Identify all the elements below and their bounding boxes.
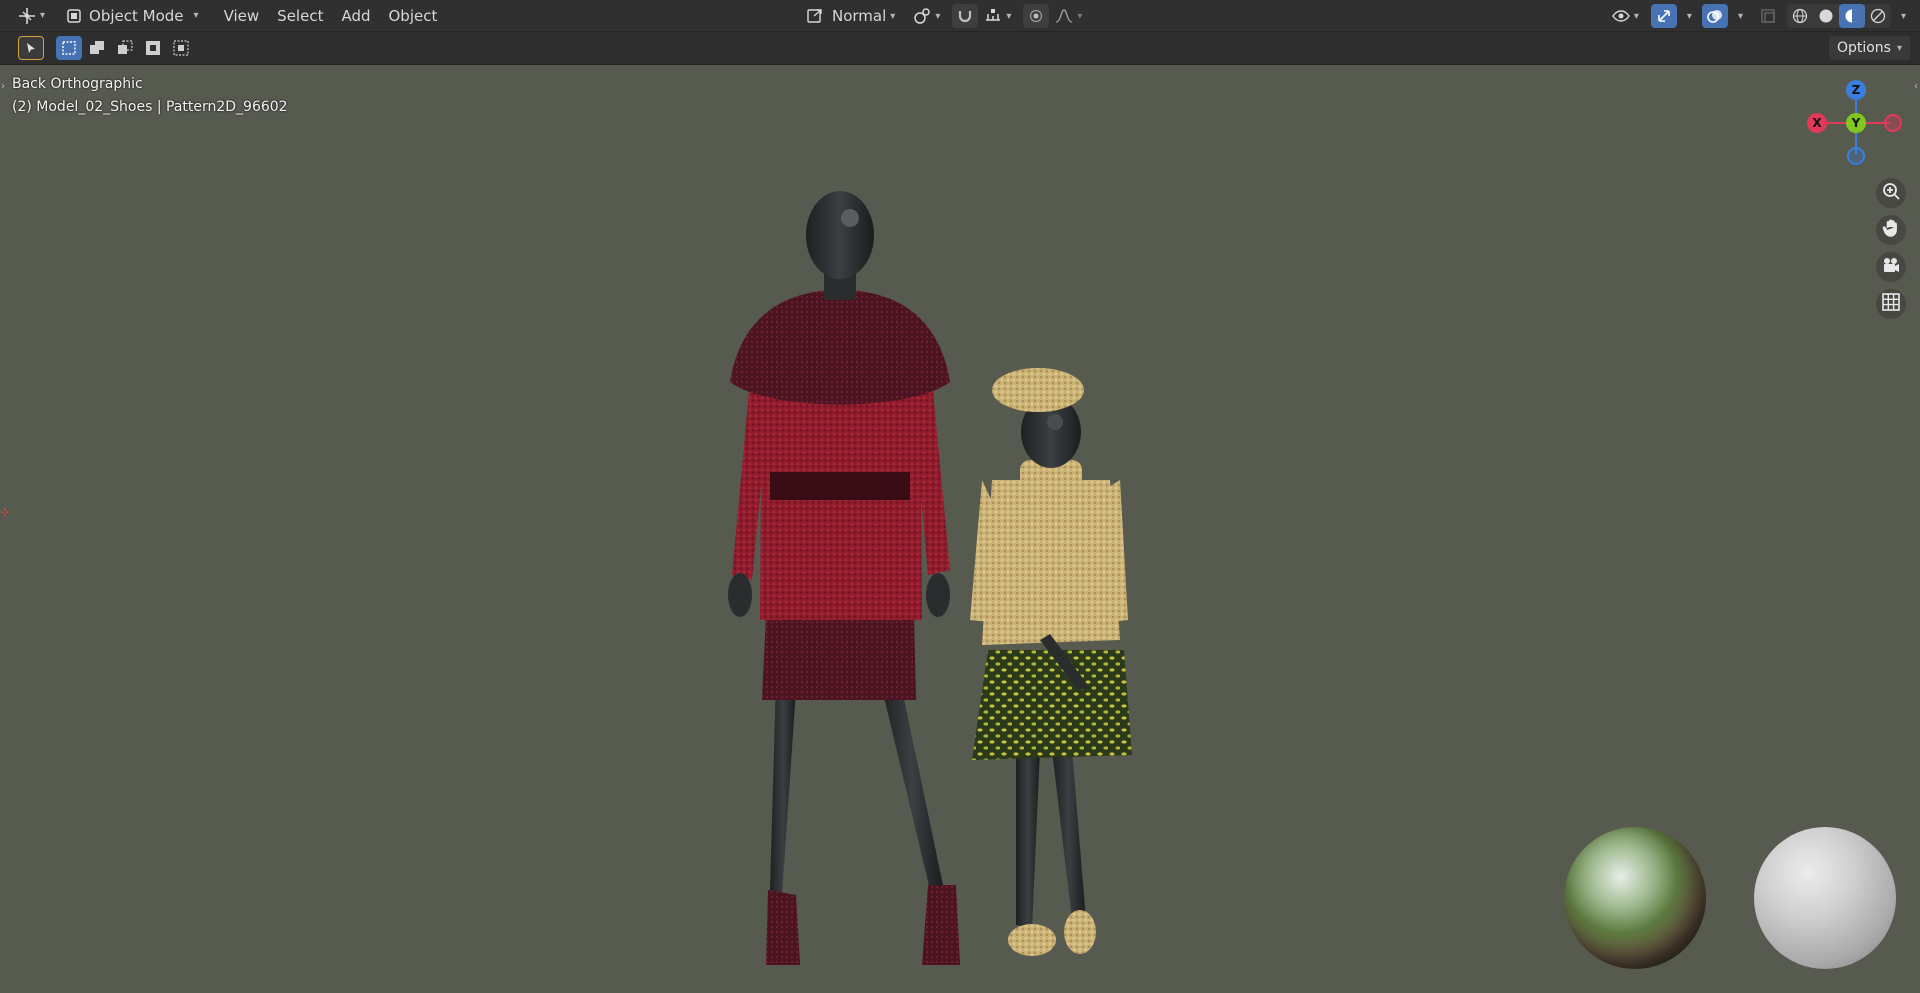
xray-icon	[1759, 7, 1777, 25]
chevron-down-icon: ▾	[40, 10, 46, 21]
3d-viewport[interactable]: Back Orthographic (2) Model_02_Shoes | P…	[0, 65, 1920, 993]
eye-icon	[1612, 7, 1630, 25]
chevron-down-icon: ▾	[1006, 10, 1012, 22]
select-subtract-icon	[116, 39, 134, 57]
selection-mode-group	[56, 36, 194, 60]
menu-add[interactable]: Add	[332, 4, 379, 28]
center-tools: Normal ▾ ▾ ▾ ▾	[800, 4, 1088, 28]
select-invert-icon	[144, 39, 162, 57]
shading-rendered-button[interactable]	[1865, 4, 1891, 28]
chevron-down-icon: ▾	[935, 10, 941, 22]
shading-solid-button[interactable]	[1813, 4, 1839, 28]
pivot-icon	[913, 7, 931, 25]
chevron-down-icon: ▾	[1896, 42, 1902, 54]
gizmo-dropdown[interactable]: ▾	[1677, 4, 1698, 28]
toolbar-expand-arrow-icon[interactable]: ›	[1, 81, 5, 92]
select-new-button[interactable]	[56, 36, 82, 60]
pan-button[interactable]	[1876, 215, 1906, 245]
chevron-down-icon: ▾	[1737, 10, 1743, 22]
shading-group	[1786, 4, 1891, 28]
hdri-preview-sphere	[1564, 827, 1706, 969]
solid-sphere-icon	[1817, 7, 1835, 25]
select-box-icon	[60, 39, 78, 57]
menu-select[interactable]: Select	[268, 4, 332, 28]
menu-view[interactable]: View	[215, 4, 269, 28]
gizmo-neg-x-axis[interactable]	[1884, 114, 1902, 132]
3d-cursor-marker-icon: ⊹	[0, 505, 11, 519]
gizmo-x-axis[interactable]: X	[1807, 113, 1827, 133]
ortho-toggle-button[interactable]	[1876, 289, 1906, 319]
viewport-header: ▾ Object Mode ▾ View Select Add Object N…	[0, 0, 1920, 32]
adult-figure	[728, 191, 960, 965]
rendered-sphere-icon	[1869, 7, 1887, 25]
select-intersect-icon	[172, 39, 190, 57]
diffuse-preview-sphere	[1754, 827, 1896, 969]
shading-dropdown[interactable]: ▾	[1891, 4, 1912, 28]
snap-dropdown[interactable]: ▾	[978, 4, 1017, 28]
chevron-down-icon: ▾	[1633, 10, 1639, 22]
chevron-down-icon: ▾	[1900, 10, 1906, 22]
chevron-down-icon: ▾	[890, 10, 896, 22]
select-extend-icon	[88, 39, 106, 57]
snap-toggle[interactable]	[952, 4, 979, 28]
select-subtract-button[interactable]	[112, 36, 138, 60]
mode-label: Object Mode	[89, 6, 184, 25]
hand-pan-icon	[1881, 218, 1901, 242]
chevron-down-icon: ▾	[1077, 10, 1083, 22]
shading-material-button[interactable]	[1838, 4, 1865, 28]
object-info-label: (2) Model_02_Shoes | Pattern2D_96602	[12, 99, 288, 115]
object-mode-icon	[65, 7, 83, 25]
falloff-curve-icon	[1055, 7, 1073, 25]
pivot-dropdown[interactable]: ▾	[907, 4, 946, 28]
overlays-dropdown[interactable]: ▾	[1728, 4, 1749, 28]
overlays-toggle[interactable]	[1701, 4, 1728, 28]
camera-icon	[1881, 255, 1901, 279]
gizmo-z-axis[interactable]: Z	[1846, 80, 1866, 100]
chevron-down-icon: ▾	[193, 10, 199, 21]
snap-increment-icon	[984, 7, 1002, 25]
orientation-icon	[806, 7, 824, 25]
proportional-icon	[1027, 7, 1045, 25]
select-tool-button[interactable]	[18, 36, 44, 60]
gizmo-neg-z-axis[interactable]	[1847, 147, 1865, 165]
navigation-gizmo[interactable]: Z Y X	[1800, 75, 1902, 165]
tool-header: Options ▾	[0, 32, 1920, 65]
shading-wireframe-button[interactable]	[1787, 4, 1813, 28]
mode-dropdown[interactable]: Object Mode ▾	[59, 4, 205, 28]
options-label: Options	[1836, 40, 1891, 56]
gizmo-icon	[1655, 7, 1673, 25]
cursor-arrow-icon	[22, 39, 40, 57]
material-sphere-icon	[1843, 7, 1861, 25]
visibility-dropdown[interactable]: ▾	[1606, 4, 1645, 28]
wireframe-sphere-icon	[1791, 7, 1809, 25]
gizmo-y-axis[interactable]: Y	[1846, 113, 1866, 133]
select-invert-button[interactable]	[140, 36, 166, 60]
proportional-edit-toggle[interactable]	[1023, 4, 1050, 28]
camera-view-button[interactable]	[1876, 252, 1906, 282]
right-tools: ▾ ▾ ▾ ▾	[1606, 4, 1912, 28]
chevron-down-icon: ▾	[1686, 10, 1692, 22]
sidebar-expand-arrow-icon[interactable]: ‹	[1914, 81, 1918, 92]
options-dropdown[interactable]: Options ▾	[1828, 36, 1910, 60]
overlays-icon	[1706, 7, 1724, 25]
transform-icon	[18, 7, 36, 25]
editor-type-button[interactable]: ▾	[12, 4, 51, 28]
xray-toggle[interactable]	[1755, 4, 1781, 28]
grid-icon	[1881, 292, 1901, 316]
scene-figures[interactable]	[700, 150, 1160, 980]
view-name-label: Back Orthographic	[12, 76, 143, 92]
select-intersect-button[interactable]	[168, 36, 194, 60]
falloff-dropdown[interactable]: ▾	[1049, 4, 1088, 28]
orientation-label: Normal	[832, 7, 887, 25]
gizmo-toggle[interactable]	[1650, 4, 1677, 28]
magnet-icon	[956, 7, 974, 25]
select-extend-button[interactable]	[84, 36, 110, 60]
zoom-icon	[1881, 181, 1901, 205]
menu-object[interactable]: Object	[380, 4, 447, 28]
zoom-button[interactable]	[1876, 178, 1906, 208]
orientation-dropdown[interactable]: Normal ▾	[800, 4, 901, 28]
child-figure	[970, 368, 1132, 956]
